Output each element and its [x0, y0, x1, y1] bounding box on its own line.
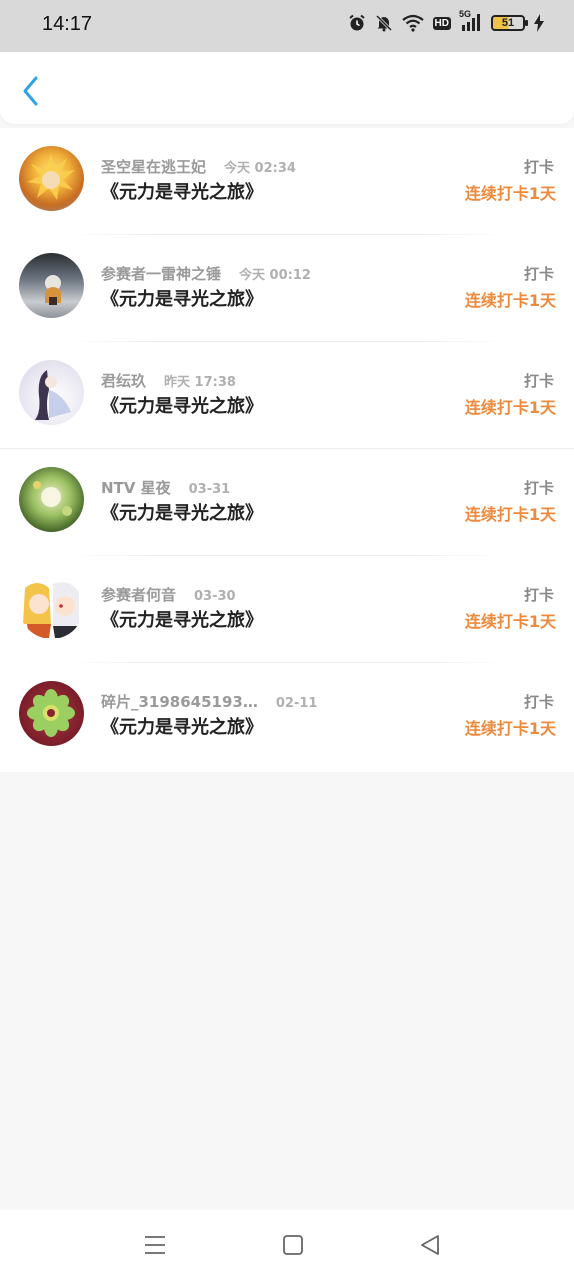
avatar[interactable]: [19, 360, 84, 425]
checkin-tag: 打卡: [523, 265, 554, 283]
entry-meta: 碎片_3198645193… 02-11: [101, 691, 317, 712]
user-name[interactable]: 参赛者何音: [101, 584, 176, 605]
user-name[interactable]: 参赛者一雷神之锤: [101, 263, 221, 284]
book-title[interactable]: 《元力是寻光之旅》: [101, 606, 263, 632]
wifi-icon: [401, 14, 424, 32]
user-name[interactable]: 碎片_3198645193…: [101, 691, 258, 712]
list-item[interactable]: 圣空星在逃王妃 今天 02:34 《元力是寻光之旅》 打卡 连续打卡1天: [0, 128, 574, 235]
alarm-icon: [348, 14, 366, 32]
checkin-tag: 打卡: [523, 158, 554, 176]
streak-label: 连续打卡1天: [464, 291, 556, 310]
user-name[interactable]: 君纭玖: [101, 370, 146, 391]
menu-button[interactable]: [142, 1232, 168, 1258]
avatar[interactable]: [19, 253, 84, 318]
user-name[interactable]: NTV 星夜: [101, 477, 171, 498]
entry-time: 03-30: [194, 589, 236, 604]
back-nav-button[interactable]: [418, 1232, 444, 1258]
status-time: 14:17: [42, 13, 93, 35]
book-title[interactable]: 《元力是寻光之旅》: [101, 392, 263, 418]
status-bar: 14:17 HD 5G 51: [0, 0, 574, 52]
list-item[interactable]: NTV 星夜 03-31 《元力是寻光之旅》 打卡 连续打卡1天: [0, 449, 574, 556]
book-title[interactable]: 《元力是寻光之旅》: [101, 499, 263, 525]
hd-icon: HD: [432, 16, 451, 30]
list-item[interactable]: 君纭玖 昨天 17:38 《元力是寻光之旅》 打卡 连续打卡1天: [0, 342, 574, 449]
network-type-label: 5G: [459, 9, 472, 19]
book-title[interactable]: 《元力是寻光之旅》: [101, 285, 263, 311]
status-icons: HD 5G 51: [348, 9, 544, 32]
list-item[interactable]: 参赛者一雷神之锤 今天 00:12 《元力是寻光之旅》 打卡 连续打卡1天: [0, 235, 574, 342]
battery-icon: 51: [491, 15, 528, 31]
streak-label: 连续打卡1天: [464, 505, 556, 524]
top-bar: [0, 52, 574, 124]
battery-level: 51: [501, 17, 515, 29]
menu-icon: [145, 1236, 165, 1254]
list-item[interactable]: 碎片_3198645193… 02-11 《元力是寻光之旅》 打卡 连续打卡1天: [0, 663, 574, 772]
5g-signal-icon: 5G: [459, 9, 482, 32]
entry-meta: 君纭玖 昨天 17:38: [101, 370, 236, 391]
checkin-tag: 打卡: [523, 372, 554, 390]
entry-time: 今天 00:12: [239, 268, 311, 283]
entry-time: 昨天 17:38: [164, 375, 236, 390]
entry-time: 02-11: [275, 696, 318, 711]
entry-meta: 参赛者一雷神之锤 今天 00:12: [101, 263, 311, 284]
streak-label: 连续打卡1天: [464, 612, 556, 631]
entry-meta: 圣空星在逃王妃 今天 02:34: [101, 156, 296, 177]
streak-label: 连续打卡1天: [464, 719, 556, 738]
avatar[interactable]: [19, 681, 84, 746]
home-button[interactable]: [280, 1232, 306, 1258]
bell-mute-icon: [375, 14, 393, 32]
avatar[interactable]: [19, 146, 84, 211]
chevron-left-icon: [23, 76, 38, 106]
checkin-tag: 打卡: [523, 693, 554, 711]
entry-meta: 参赛者何音 03-30: [101, 584, 236, 605]
checkin-tag: 打卡: [523, 586, 554, 604]
book-title[interactable]: 《元力是寻光之旅》: [101, 713, 263, 739]
entry-time: 03-31: [188, 482, 231, 497]
checkin-tag: 打卡: [523, 479, 554, 497]
book-title[interactable]: 《元力是寻光之旅》: [101, 178, 263, 204]
home-icon: [283, 1235, 303, 1255]
back-button[interactable]: [18, 74, 46, 108]
entry-time: 今天 02:34: [224, 161, 296, 176]
back-icon: [421, 1235, 439, 1255]
avatar[interactable]: [19, 467, 84, 532]
user-name[interactable]: 圣空星在逃王妃: [101, 156, 206, 177]
system-nav-bar: [0, 1210, 574, 1280]
checkin-list: 圣空星在逃王妃 今天 02:34 《元力是寻光之旅》 打卡 连续打卡1天 参赛者…: [0, 128, 574, 772]
entry-meta: NTV 星夜 03-31: [101, 477, 230, 498]
list-item[interactable]: 参赛者何音 03-30 《元力是寻光之旅》 打卡 连续打卡1天: [0, 556, 574, 663]
avatar[interactable]: [19, 574, 84, 639]
charging-icon: [534, 14, 544, 32]
streak-label: 连续打卡1天: [464, 184, 556, 203]
streak-label: 连续打卡1天: [464, 398, 556, 417]
